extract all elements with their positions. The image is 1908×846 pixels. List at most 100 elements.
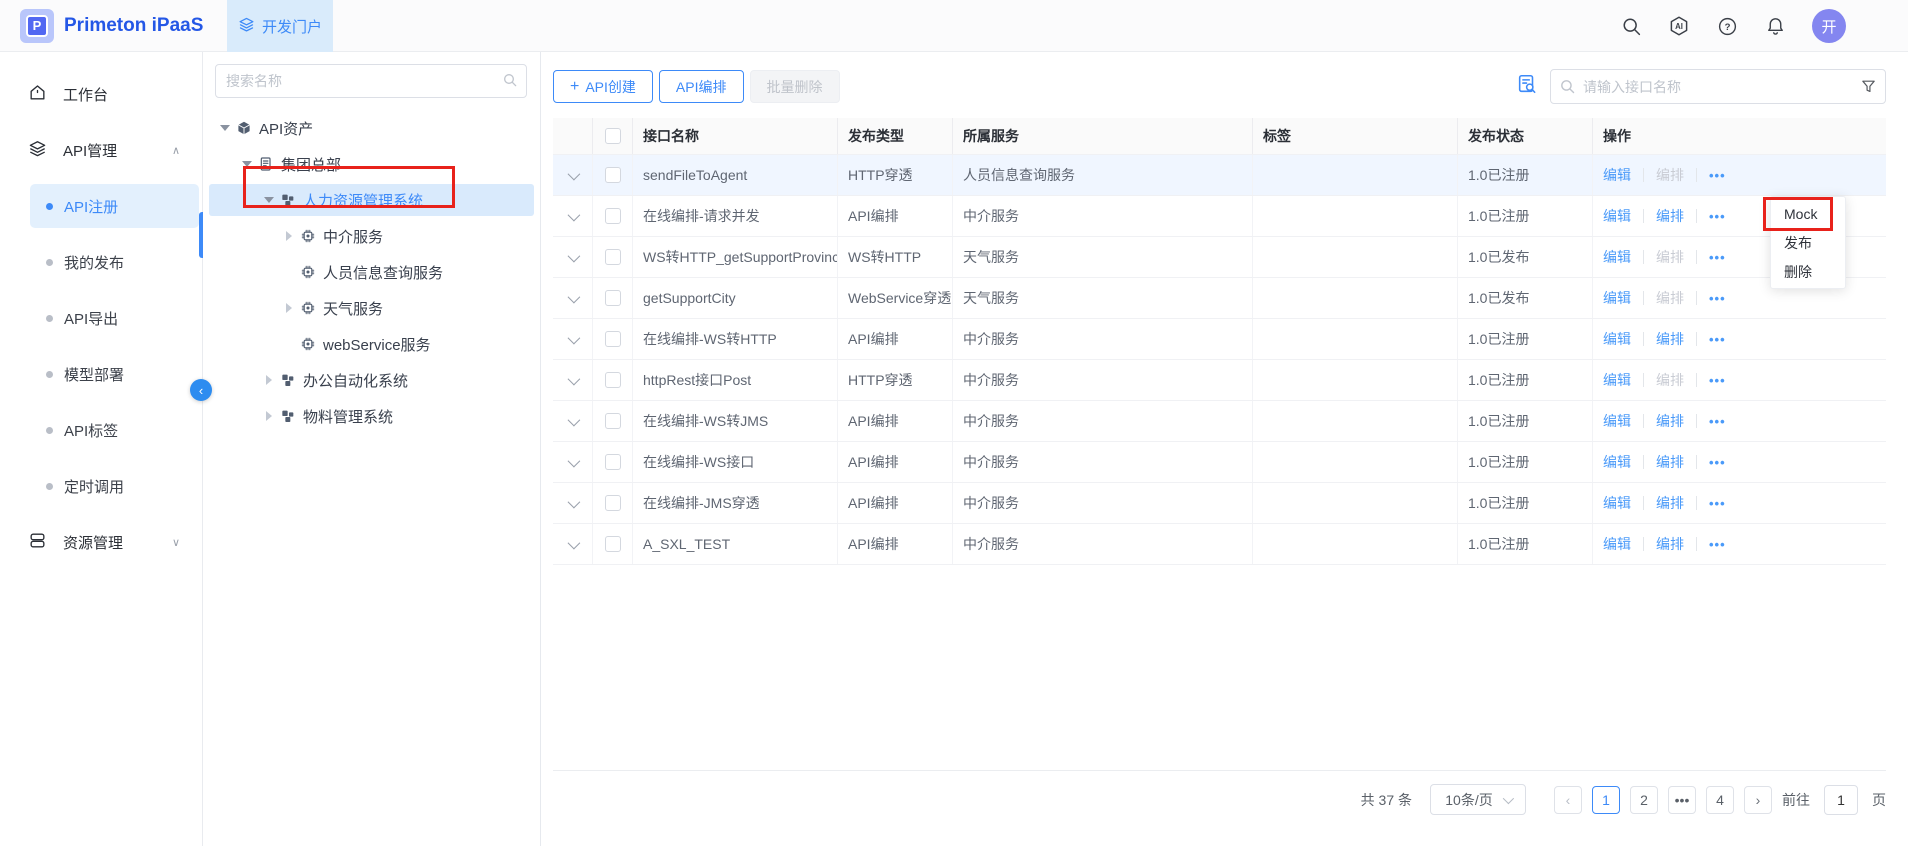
chevron-down-icon[interactable] (568, 413, 581, 426)
tree-node[interactable]: 天气服务 (209, 292, 534, 324)
table-row[interactable]: 在线编排-WS接口 API编排 中介服务 1.0已注册 编辑 编排 ••• (553, 442, 1886, 483)
tree-node[interactable]: 人员信息查询服务 (209, 256, 534, 288)
sidebar-group-resource-management[interactable]: 资源管理 ∨ (0, 520, 202, 564)
orchestrate-link[interactable]: 编排 (1656, 493, 1684, 513)
edit-link[interactable]: 编辑 (1603, 411, 1631, 431)
api-orchestrate-button[interactable]: API编排 (659, 70, 744, 103)
more-actions-button[interactable]: ••• (1709, 373, 1726, 388)
page-button-2[interactable]: 2 (1630, 786, 1658, 814)
batch-delete-button[interactable]: 批量删除 (750, 70, 840, 103)
orchestrate-link[interactable]: 编排 (1656, 206, 1684, 226)
edit-link[interactable]: 编辑 (1603, 247, 1631, 267)
tree-expander-icon[interactable] (262, 373, 276, 387)
tree-expander-icon[interactable] (262, 193, 276, 207)
menu-item-mock[interactable]: Mock (1771, 199, 1845, 228)
api-search-input[interactable] (1550, 69, 1886, 104)
chevron-down-icon[interactable] (568, 290, 581, 303)
table-row[interactable]: WS转HTTP_getSupportProvince WS转HTTP 天气服务 … (553, 237, 1886, 278)
chevron-down-icon[interactable] (568, 536, 581, 549)
sidebar-item-api-tags[interactable]: API标签 (30, 408, 199, 452)
tree-node[interactable]: 办公自动化系统 (209, 364, 534, 396)
table-row[interactable]: A_SXL_TEST API编排 中介服务 1.0已注册 编辑 编排 ••• (553, 524, 1886, 565)
edit-link[interactable]: 编辑 (1603, 452, 1631, 472)
chevron-down-icon[interactable] (568, 167, 581, 180)
orchestrate-link[interactable]: 编排 (1656, 247, 1684, 267)
more-actions-button[interactable]: ••• (1709, 168, 1726, 183)
more-actions-button[interactable]: ••• (1709, 209, 1726, 224)
tree-node[interactable]: 物料管理系统 (209, 400, 534, 432)
more-actions-button[interactable]: ••• (1709, 537, 1726, 552)
search-icon[interactable] (1620, 15, 1642, 37)
edit-link[interactable]: 编辑 (1603, 493, 1631, 513)
edit-link[interactable]: 编辑 (1603, 206, 1631, 226)
api-doc-search-icon[interactable] (1516, 73, 1538, 100)
next-page-button[interactable]: › (1744, 786, 1772, 814)
menu-item-delete[interactable]: 删除 (1771, 257, 1845, 286)
row-checkbox[interactable] (605, 331, 621, 347)
table-row[interactable]: 在线编排-WS转JMS API编排 中介服务 1.0已注册 编辑 编排 ••• (553, 401, 1886, 442)
row-checkbox[interactable] (605, 413, 621, 429)
tree-expander-icon[interactable] (282, 337, 296, 351)
tree-expander-icon[interactable] (218, 121, 232, 135)
page-button-1[interactable]: 1 (1592, 786, 1620, 814)
row-checkbox[interactable] (605, 167, 621, 183)
orchestrate-link[interactable]: 编排 (1656, 452, 1684, 472)
chevron-down-icon[interactable] (568, 208, 581, 221)
row-checkbox[interactable] (605, 372, 621, 388)
help-icon[interactable]: ? (1716, 15, 1738, 37)
ai-assistant-icon[interactable]: AI (1668, 15, 1690, 37)
chevron-down-icon[interactable] (568, 331, 581, 344)
row-checkbox[interactable] (605, 495, 621, 511)
orchestrate-link[interactable]: 编排 (1656, 329, 1684, 349)
tree-expander-icon[interactable] (282, 229, 296, 243)
select-all-checkbox[interactable] (605, 128, 621, 144)
orchestrate-link[interactable]: 编排 (1656, 370, 1684, 390)
panel-collapse-button[interactable]: ‹ (190, 379, 212, 401)
tree-node[interactable]: 人力资源管理系统 (209, 184, 534, 216)
more-actions-button[interactable]: ••• (1709, 455, 1726, 470)
table-row[interactable]: getSupportCity WebService穿透 天气服务 1.0已发布 … (553, 278, 1886, 319)
page-button-4[interactable]: 4 (1706, 786, 1734, 814)
goto-page-input[interactable] (1824, 785, 1858, 815)
edit-link[interactable]: 编辑 (1603, 534, 1631, 554)
table-row[interactable]: 在线编排-请求并发 API编排 中介服务 1.0已注册 编辑 编排 ••• (553, 196, 1886, 237)
tree-node[interactable]: 集团总部 (209, 148, 534, 180)
user-avatar[interactable]: 开 (1812, 9, 1846, 43)
table-row[interactable]: httpRest接口Post HTTP穿透 中介服务 1.0已注册 编辑 编排 … (553, 360, 1886, 401)
sidebar-item-scheduled-call[interactable]: 定时调用 (30, 464, 199, 508)
more-actions-button[interactable]: ••• (1709, 332, 1726, 347)
orchestrate-link[interactable]: 编排 (1656, 165, 1684, 185)
row-checkbox[interactable] (605, 208, 621, 224)
orchestrate-link[interactable]: 编排 (1656, 534, 1684, 554)
chevron-down-icon[interactable] (568, 454, 581, 467)
page-ellipsis-button[interactable]: ••• (1668, 786, 1696, 814)
tab-dev-portal[interactable]: 开发门户 (227, 0, 333, 52)
chevron-down-icon[interactable] (568, 495, 581, 508)
sidebar-item-api-register[interactable]: API注册 (30, 184, 199, 228)
prev-page-button[interactable]: ‹ (1554, 786, 1582, 814)
sidebar-item-api-export[interactable]: API导出 (30, 296, 199, 340)
row-checkbox[interactable] (605, 536, 621, 552)
table-row[interactable]: 在线编排-WS转HTTP API编排 中介服务 1.0已注册 编辑 编排 ••• (553, 319, 1886, 360)
tree-expander-icon[interactable] (282, 265, 296, 279)
more-actions-button[interactable]: ••• (1709, 291, 1726, 306)
tree-expander-icon[interactable] (240, 157, 254, 171)
orchestrate-link[interactable]: 编排 (1656, 411, 1684, 431)
table-row[interactable]: sendFileToAgent HTTP穿透 人员信息查询服务 1.0已注册 编… (553, 155, 1886, 196)
table-row[interactable]: 在线编排-JMS穿透 API编排 中介服务 1.0已注册 编辑 编排 ••• (553, 483, 1886, 524)
tree-expander-icon[interactable] (282, 301, 296, 315)
row-checkbox[interactable] (605, 454, 621, 470)
chevron-down-icon[interactable] (568, 249, 581, 262)
page-size-select[interactable]: 10条/页 (1430, 784, 1526, 815)
edit-link[interactable]: 编辑 (1603, 288, 1631, 308)
sidebar-item-workbench[interactable]: 工作台 (0, 72, 202, 116)
sidebar-group-api-management[interactable]: API管理 ∧ (0, 128, 202, 172)
row-checkbox[interactable] (605, 249, 621, 265)
api-create-button[interactable]: + API创建 (553, 70, 653, 103)
row-checkbox[interactable] (605, 290, 621, 306)
more-actions-button[interactable]: ••• (1709, 414, 1726, 429)
sidebar-item-my-publish[interactable]: 我的发布 (30, 240, 199, 284)
tree-expander-icon[interactable] (262, 409, 276, 423)
notification-bell-icon[interactable] (1764, 15, 1786, 37)
edit-link[interactable]: 编辑 (1603, 165, 1631, 185)
